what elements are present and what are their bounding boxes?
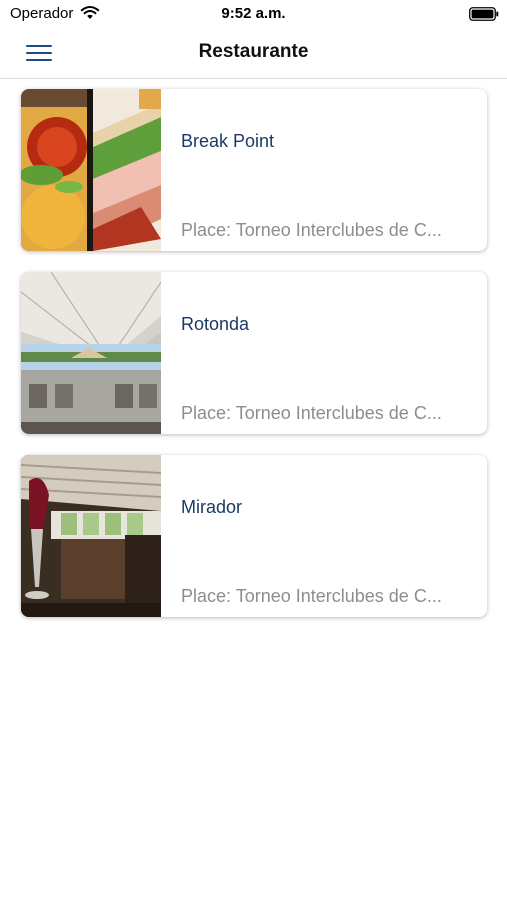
- restaurant-card-mirador[interactable]: Mirador Place: Torneo Interclubes de C..…: [21, 455, 487, 617]
- restaurant-place: Place: Torneo Interclubes de C...: [181, 403, 442, 423]
- sandwich-and-salsa-photo: [21, 89, 161, 251]
- status-time: 9:52 a.m.: [221, 5, 286, 22]
- battery-icon: [469, 7, 499, 21]
- restaurant-card-break-point[interactable]: Break Point Place: Torneo Interclubes de…: [21, 89, 487, 251]
- restaurant-name: Break Point: [181, 131, 275, 151]
- navigation-bar: Restaurante: [0, 28, 507, 79]
- restaurant-name: Mirador: [181, 497, 243, 517]
- restaurant-list: Break Point Place: Torneo Interclubes de…: [21, 89, 487, 638]
- outdoor-tent-terrace-photo: [21, 272, 161, 434]
- restaurant-place: Place: Torneo Interclubes de C...: [181, 220, 442, 240]
- restaurant-card-rotonda[interactable]: Rotonda Place: Torneo Interclubes de C..…: [21, 272, 487, 434]
- restaurant-name: Rotonda: [181, 314, 250, 334]
- page-title: Restaurante: [198, 41, 309, 62]
- indoor-dining-room-photo: [21, 455, 161, 617]
- restaurant-place: Place: Torneo Interclubes de C...: [181, 586, 442, 606]
- status-bar: Operador 9:52 a.m.: [0, 0, 507, 28]
